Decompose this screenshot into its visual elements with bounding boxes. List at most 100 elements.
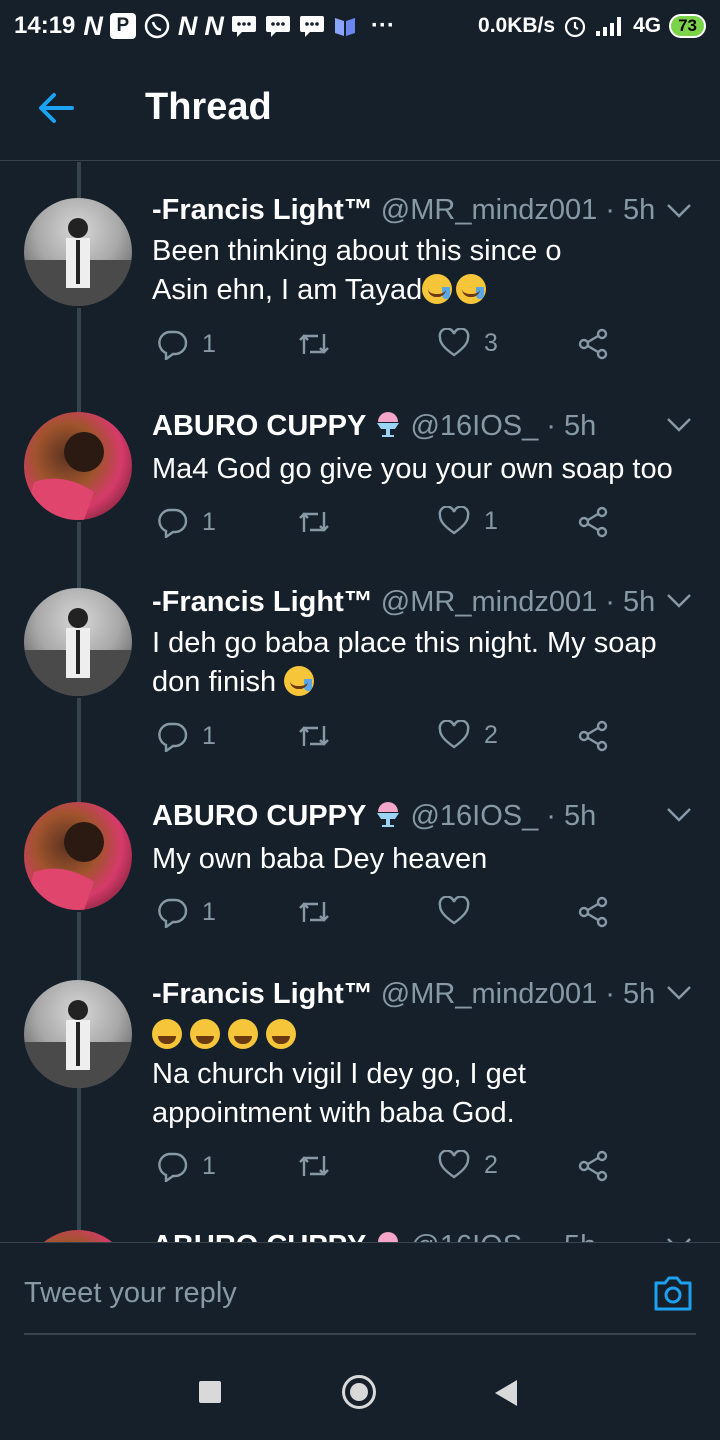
tweet-author-handle[interactable]: @16IOS_ [410,1230,538,1242]
camera-icon[interactable] [652,1273,694,1313]
chevron-down-icon[interactable] [666,202,692,220]
retweet-button[interactable] [296,328,332,360]
chevron-down-icon[interactable] [666,984,692,1002]
sleepy-face-emoji-icon [422,274,453,304]
back-button[interactable] [495,1380,517,1406]
retweet-button[interactable] [296,506,332,538]
tweet-text-line: Been thinking about this since o [152,235,562,267]
tweet-timestamp: · 5h [546,410,597,442]
avatar[interactable] [24,1230,132,1242]
arrow-left-icon[interactable] [36,88,76,128]
reply-icon [158,330,188,360]
reply-button[interactable]: 1 [156,720,216,752]
reply-icon [158,508,188,538]
chevron-down-icon[interactable] [666,806,692,824]
home-button[interactable] [342,1375,376,1409]
tweet-actions: 1 2 [152,1150,652,1190]
tweet-timestamp: · 5h [605,978,656,1010]
more-notifications-icon: ··· [370,12,395,39]
reply-button[interactable]: 1 [156,896,216,928]
tweet[interactable]: -Francis Light™ @MR_mindz001 · 5h I deh … [0,556,720,766]
tweet-author-name[interactable]: ABURO CUPPY [152,1230,366,1242]
avatar[interactable] [24,198,132,306]
heart-icon [438,720,470,749]
recent-apps-button[interactable] [199,1381,221,1403]
tweet-author-handle[interactable]: @16IOS_ [410,410,538,442]
reply-button[interactable]: 1 [156,1150,216,1182]
notification-n-icon: N [83,10,102,41]
tweet[interactable]: -Francis Light™ @MR_mindz001 · 5h Been t… [0,162,720,372]
tweet-author-name[interactable]: ABURO CUPPY [152,800,366,832]
tweet-text: Ma4 God go give you your own soap too [152,450,712,489]
retweet-button[interactable] [296,896,332,928]
like-button[interactable]: 3 [438,328,498,358]
tweet[interactable]: ABURO CUPPY @16IOS_ · 5h [0,1202,720,1242]
avatar[interactable] [24,802,132,910]
tweet-text-line: appointment with baba God. [152,1097,515,1129]
avatar[interactable] [24,412,132,520]
grinning-face-emoji-icon [190,1019,221,1049]
chevron-down-icon[interactable] [666,416,692,434]
sleepy-face-emoji-icon [456,274,487,304]
share-button[interactable] [578,1150,610,1182]
like-button[interactable]: 2 [438,1150,498,1180]
tweet-author-handle[interactable]: @16IOS_ [410,800,538,832]
tweet-author-name[interactable]: -Francis Light™ [152,586,373,618]
tweet-timestamp: · 5h [546,800,597,832]
like-count: 1 [484,506,498,535]
thread-list[interactable]: -Francis Light™ @MR_mindz001 · 5h Been t… [0,162,720,1242]
message-icon [231,13,257,39]
shaved-ice-emoji-icon [377,412,400,437]
status-time: 14:19 [14,12,76,39]
notification-n-icon: N [177,10,197,41]
like-count: 2 [484,1150,498,1179]
tweet-text-span: don finish [152,666,277,698]
like-button[interactable]: 2 [438,720,498,750]
tweet-author-name[interactable]: -Francis Light™ [152,194,373,226]
like-button[interactable]: 1 [438,506,498,536]
tweet-author-name[interactable]: -Francis Light™ [152,978,373,1010]
whatsapp-icon [144,13,170,39]
retweet-icon [299,902,329,922]
tweet-author-name[interactable]: ABURO CUPPY [152,410,366,442]
heart-icon [438,506,470,535]
avatar[interactable] [24,588,132,696]
tweet-actions: 1 3 [152,328,652,368]
tweet-text-line: Na church vigil I dey go, I get [152,1058,526,1090]
retweet-button[interactable] [296,720,332,752]
status-bar: 14:19 N P N N ··· 0.0KB/s 4G 73 [0,0,720,52]
reply-button[interactable]: 1 [156,328,216,360]
signal-icon [595,13,625,39]
share-button[interactable] [578,506,610,538]
share-button[interactable] [578,896,610,928]
like-button[interactable] [438,896,484,926]
retweet-icon [299,334,329,354]
reply-icon [158,722,188,752]
share-icon [578,328,608,360]
tweet-text: My own baba Dey heaven [152,840,692,879]
like-count: 2 [484,720,498,749]
avatar[interactable] [24,980,132,1088]
share-button[interactable] [578,720,610,752]
grinning-face-emoji-icon [152,1019,182,1049]
tweet-author-handle[interactable]: @MR_mindz001 [381,194,597,226]
tweet-actions: 1 1 [152,506,652,546]
tweet-text-span: Asin ehn, I am Tayad [152,274,423,306]
chevron-down-icon[interactable] [666,592,692,610]
tweet-timestamp: · 5h [546,1230,596,1242]
tweet[interactable]: -Francis Light™ @MR_mindz001 · 5h Na chu… [0,948,720,1198]
tweet[interactable]: ABURO CUPPY @16IOS_ · 5h Ma4 God go give… [0,380,720,552]
alarm-icon [563,13,587,39]
heart-icon [438,328,470,357]
reply-input[interactable]: Tweet your reply [24,1277,237,1310]
shaved-ice-emoji-icon [377,802,400,827]
retweet-icon [299,512,329,532]
retweet-button[interactable] [296,1150,332,1182]
reply-icon [158,1152,188,1182]
tweet[interactable]: ABURO CUPPY @16IOS_ · 5h My own baba Dey… [0,770,720,942]
tweet-author-handle[interactable]: @MR_mindz001 [381,586,597,618]
share-button[interactable] [578,328,610,360]
reply-count: 1 [202,721,216,750]
reply-button[interactable]: 1 [156,506,216,538]
tweet-author-handle[interactable]: @MR_mindz001 [381,978,597,1010]
